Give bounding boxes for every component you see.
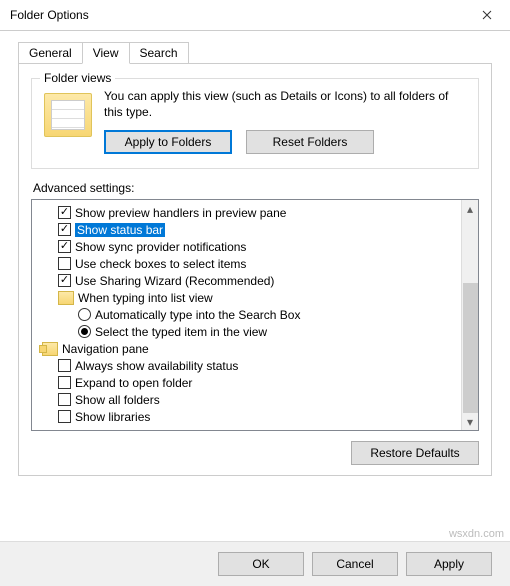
tree-item-show-all-folders[interactable]: Show all folders [34,391,459,408]
close-button[interactable] [464,0,510,31]
tree-item-status-bar[interactable]: Show status bar [34,221,459,238]
advanced-settings-tree: Show preview handlers in preview pane Sh… [31,199,479,431]
tab-view[interactable]: View [82,42,130,64]
tree-item-check-boxes[interactable]: Use check boxes to select items [34,255,459,272]
watermark: wsxdn.com [449,528,504,540]
apply-button[interactable]: Apply [406,552,492,576]
tree-item-sharing-wizard[interactable]: Use Sharing Wizard (Recommended) [34,272,459,289]
radio-icon[interactable] [78,325,91,338]
checkbox-icon[interactable] [58,223,71,236]
checkbox-icon[interactable] [58,257,71,270]
checkbox-icon[interactable] [58,274,71,287]
vertical-scrollbar[interactable]: ▴ ▾ [461,200,478,430]
cancel-button[interactable]: Cancel [312,552,398,576]
folder-icon [58,291,74,305]
folder-views-label: Folder views [40,71,115,85]
restore-defaults-button[interactable]: Restore Defaults [351,441,479,465]
tab-search[interactable]: Search [129,42,189,64]
reset-folders-button[interactable]: Reset Folders [246,130,374,154]
navigation-pane-icon [42,342,58,356]
dialog-footer: OK Cancel Apply [0,541,510,586]
folder-views-group: Folder views You can apply this view (su… [31,78,479,169]
tree-item-expand-open[interactable]: Expand to open folder [34,374,459,391]
tree-item-always-availability[interactable]: Always show availability status [34,357,459,374]
radio-icon[interactable] [78,308,91,321]
ok-button[interactable]: OK [218,552,304,576]
folder-views-icon [44,93,92,137]
apply-to-folders-button[interactable]: Apply to Folders [104,130,232,154]
scroll-up-icon[interactable]: ▴ [462,200,478,217]
tab-panel: Folder views You can apply this view (su… [18,63,492,476]
tree-item-select-typed[interactable]: Select the typed item in the view [34,323,459,340]
scroll-down-icon[interactable]: ▾ [462,413,478,430]
window-title: Folder Options [10,8,464,22]
checkbox-icon[interactable] [58,393,71,406]
tree-item-preview-handlers[interactable]: Show preview handlers in preview pane [34,204,459,221]
checkbox-icon[interactable] [58,410,71,423]
checkbox-icon[interactable] [58,359,71,372]
tree-item-auto-type[interactable]: Automatically type into the Search Box [34,306,459,323]
tab-general[interactable]: General [18,42,83,64]
tree-group-typing[interactable]: When typing into list view [34,289,459,306]
title-bar: Folder Options [0,0,510,31]
checkbox-icon[interactable] [58,376,71,389]
folder-views-text: You can apply this view (such as Details… [104,89,466,120]
scrollbar-thumb[interactable] [463,283,478,413]
advanced-settings-label: Advanced settings: [33,181,479,195]
tab-strip: General View Search [18,42,492,64]
checkbox-icon[interactable] [58,240,71,253]
close-icon [482,10,492,20]
tree-group-navigation-pane[interactable]: Navigation pane [34,340,459,357]
tree-item-show-libraries[interactable]: Show libraries [34,408,459,425]
checkbox-icon[interactable] [58,206,71,219]
tree-item-sync-provider[interactable]: Show sync provider notifications [34,238,459,255]
